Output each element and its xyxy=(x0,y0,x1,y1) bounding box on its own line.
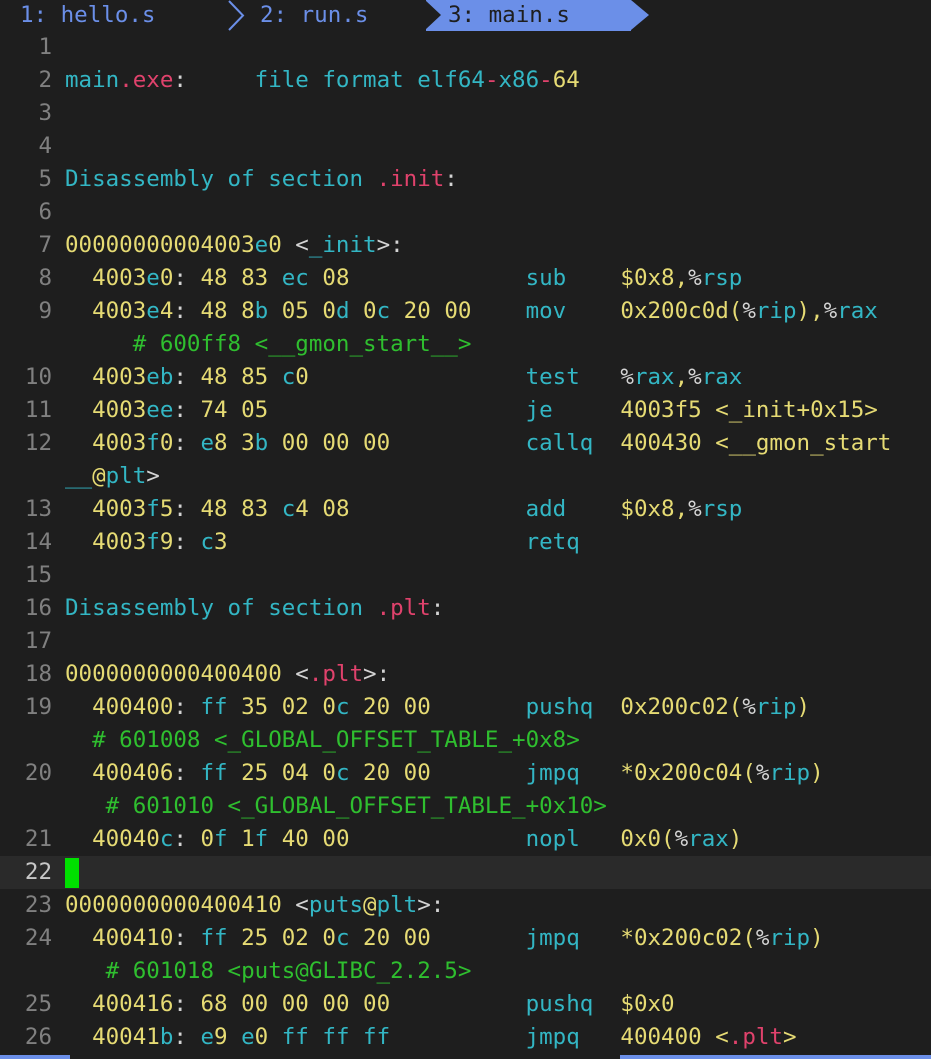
code-text: # 600ff8 <__gmon_start__> xyxy=(65,331,472,357)
line-number: 15 xyxy=(24,562,52,588)
code-text: 4003f0: e8 3b 00 00 00 callq 400430 <__g… xyxy=(92,430,892,456)
line-number: 21 xyxy=(24,826,52,852)
code-line[interactable]: 12 4003f0: e8 3b 00 00 00 callq 400430 <… xyxy=(0,427,931,460)
line-number: 14 xyxy=(24,529,52,555)
line-number: 25 xyxy=(24,991,52,1017)
line-number: 22 xyxy=(24,859,52,885)
code-line-wrap[interactable]: # 601008 <_GLOBAL_OFFSET_TABLE_+0x8> xyxy=(0,724,931,757)
code-text: # 601018 <puts@GLIBC_2.2.5> xyxy=(65,958,472,984)
line-number: 4 xyxy=(38,133,52,159)
code-text: 0000000000400410 <puts@plt>: xyxy=(65,892,445,918)
code-text: # 601010 <_GLOBAL_OFFSET_TABLE_+0x10> xyxy=(65,793,607,819)
cursor xyxy=(65,857,79,888)
code-line[interactable]: 21 40040c: 0f 1f 40 00 nopl 0x0(%rax) xyxy=(0,823,931,856)
code-line[interactable]: 20 400406: ff 25 04 0c 20 00 jmpq *0x200… xyxy=(0,757,931,790)
line-number: 10 xyxy=(24,364,52,390)
line-number: 17 xyxy=(24,628,52,654)
line-number: 7 xyxy=(38,232,52,258)
code-text: 0000000000400400 <.plt>: xyxy=(65,661,391,687)
code-text: main.exe: file format elf64-x86-64 xyxy=(65,67,580,93)
line-number: 9 xyxy=(38,298,52,324)
line-number: 8 xyxy=(38,265,52,291)
code-text: Disassembly of section .init: xyxy=(65,166,458,192)
code-line[interactable]: 6 xyxy=(0,196,931,229)
line-number: 11 xyxy=(24,397,52,423)
code-line[interactable]: 1 xyxy=(0,31,931,64)
line-number: 13 xyxy=(24,496,52,522)
line-number: 23 xyxy=(24,892,52,918)
line-number: 5 xyxy=(38,166,52,192)
tab-main-s[interactable]: 3: main.s xyxy=(425,0,649,31)
code-line[interactable]: 24 400410: ff 25 02 0c 20 00 jmpq *0x200… xyxy=(0,922,931,955)
tab-separator-icon xyxy=(228,0,245,31)
code-line[interactable]: 15 xyxy=(0,559,931,592)
code-line[interactable]: 9 4003e4: 48 8b 05 0d 0c 20 00 mov 0x200… xyxy=(0,295,931,328)
tab-bar: 1: hello.s 2: run.s 3: main.s xyxy=(0,0,931,31)
code-line[interactable]: 16 Disassembly of section .plt: xyxy=(0,592,931,625)
editor[interactable]: 1 2 main.exe: file format elf64-x86-64 3 4 5 D… xyxy=(0,31,931,1059)
line-number: 3 xyxy=(38,100,52,126)
code-text: 4003ee: 74 05 je 4003f5 <_init+0x15> xyxy=(92,397,878,423)
code-text: 400406: ff 25 04 0c 20 00 jmpq *0x200c04… xyxy=(92,760,824,786)
line-number: 1 xyxy=(38,34,52,60)
code-text: 4003e4: 48 8b 05 0d 0c 20 00 mov 0x200c0… xyxy=(92,298,878,324)
code-line[interactable]: 2 main.exe: file format elf64-x86-64 xyxy=(0,64,931,97)
code-line-wrap[interactable]: # 601018 <puts@GLIBC_2.2.5> xyxy=(0,955,931,988)
code-text: 4003e0: 48 83 ec 08 sub $0x8,%rsp xyxy=(92,265,743,291)
code-text: __@plt> xyxy=(65,463,160,489)
code-text: 4003eb: 48 85 c0 test %rax,%rax xyxy=(92,364,743,390)
code-text: Disassembly of section .plt: xyxy=(65,595,445,621)
code-line[interactable]: 4 xyxy=(0,130,931,163)
code-line-wrap[interactable]: __@plt> xyxy=(0,460,931,493)
code-line[interactable]: 25 400416: 68 00 00 00 00 pushq $0x0 xyxy=(0,988,931,1021)
line-number: 20 xyxy=(24,760,52,786)
code-line[interactable]: 5 Disassembly of section .init: xyxy=(0,163,931,196)
code-line[interactable]: 13 4003f5: 48 83 c4 08 add $0x8,%rsp xyxy=(0,493,931,526)
code-text: 400400: ff 35 02 0c 20 00 pushq 0x200c02… xyxy=(92,694,811,720)
line-number: 6 xyxy=(38,199,52,225)
code-line-wrap[interactable]: # 601010 <_GLOBAL_OFFSET_TABLE_+0x10> xyxy=(0,790,931,823)
code-text: 40041b: e9 e0 ff ff ff jmpq 400400 <.plt… xyxy=(92,1024,797,1050)
code-line[interactable]: 26 40041b: e9 e0 ff ff ff jmpq 400400 <.… xyxy=(0,1021,931,1054)
code-text: 40040c: 0f 1f 40 00 nopl 0x0(%rax) xyxy=(92,826,743,852)
code-line[interactable]: 22 xyxy=(0,856,931,889)
code-line[interactable]: 10 4003eb: 48 85 c0 test %rax,%rax xyxy=(0,361,931,394)
code-line[interactable]: 11 4003ee: 74 05 je 4003f5 <_init+0x15> xyxy=(0,394,931,427)
line-number: 12 xyxy=(24,430,52,456)
line-number: 16 xyxy=(24,595,52,621)
line-number: 2 xyxy=(38,67,52,93)
code-line[interactable]: 7 00000000004003e0 <_init>: xyxy=(0,229,931,262)
line-number: 24 xyxy=(24,925,52,951)
line-number: 19 xyxy=(24,694,52,720)
code-text: 400410: ff 25 02 0c 20 00 jmpq *0x200c02… xyxy=(92,925,824,951)
line-number: 26 xyxy=(24,1024,52,1050)
code-line-wrap[interactable]: # 600ff8 <__gmon_start__> xyxy=(0,328,931,361)
code-line[interactable]: 3 xyxy=(0,97,931,130)
code-line[interactable]: 8 4003e0: 48 83 ec 08 sub $0x8,%rsp xyxy=(0,262,931,295)
status-strip xyxy=(0,1055,931,1059)
tab-run-s[interactable]: 2: run.s xyxy=(260,0,368,31)
code-text: 00000000004003e0 <_init>: xyxy=(65,232,404,258)
code-text: # 601008 <_GLOBAL_OFFSET_TABLE_+0x8> xyxy=(65,727,580,753)
line-number: 18 xyxy=(24,661,52,687)
code-text: 4003f5: 48 83 c4 08 add $0x8,%rsp xyxy=(92,496,743,522)
code-line[interactable]: 23 0000000000400410 <puts@plt>: xyxy=(0,889,931,922)
code-text: 400416: 68 00 00 00 00 pushq $0x0 xyxy=(92,991,675,1017)
code-line[interactable]: 17 xyxy=(0,625,931,658)
code-line[interactable]: 18 0000000000400400 <.plt>: xyxy=(0,658,931,691)
code-text: 4003f9: c3 retq xyxy=(92,529,580,555)
tab-hello-s[interactable]: 1: hello.s xyxy=(20,0,155,31)
code-line[interactable]: 19 400400: ff 35 02 0c 20 00 pushq 0x200… xyxy=(0,691,931,724)
code-line[interactable]: 14 4003f9: c3 retq xyxy=(0,526,931,559)
